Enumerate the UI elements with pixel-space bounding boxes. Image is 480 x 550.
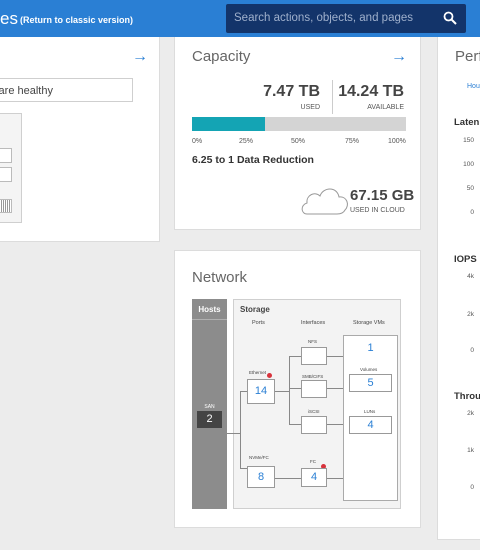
iops-label: IOPS	[454, 254, 477, 265]
throughput-tick: 2k	[467, 410, 474, 417]
smb-cifs-interface[interactable]	[301, 380, 327, 398]
latency-tick: 0	[470, 209, 474, 216]
nvme-fc-label: NVMe/FC	[249, 455, 269, 460]
top-bar: es (Return to classic version) Search ac…	[0, 0, 480, 37]
cloud-used-value: 67.15 GB	[350, 187, 415, 204]
luns-count[interactable]: 4	[349, 416, 392, 434]
throughput-label: Throu	[454, 391, 480, 402]
iscsi-label: iSCSI	[308, 409, 320, 414]
smb-cifs-label: SMB/CIFS	[302, 374, 324, 379]
volumes-label: Volumes	[360, 367, 378, 372]
tick-label: 75%	[345, 138, 360, 145]
hosts-panel[interactable]: Hosts SAN 2	[192, 299, 227, 509]
connector	[240, 468, 247, 469]
cluster-panel: r	[0, 113, 22, 223]
storage-vms-count[interactable]: 1	[344, 342, 397, 354]
san-label: SAN	[204, 404, 215, 410]
storage-panel: Storage Ports Interfaces Storage VMs Eth…	[228, 299, 401, 509]
latency-tick: 50	[466, 185, 474, 192]
nfs-label: NFS	[308, 339, 317, 344]
connector	[275, 478, 301, 479]
cloud-icon	[301, 188, 348, 215]
storage-vms-header: Storage VMs	[353, 320, 385, 326]
capacity-bar-fill	[192, 117, 265, 131]
divider	[332, 80, 333, 114]
page-title: es	[0, 9, 18, 28]
cloud-used-label: USED IN CLOUD	[350, 207, 405, 214]
search-bar[interactable]: Search actions, objects, and pages	[226, 4, 466, 33]
latency-tick: 100	[463, 161, 474, 168]
iops-tick: 4k	[467, 273, 474, 280]
iscsi-interface[interactable]	[301, 416, 327, 434]
performance-title: Perfo	[455, 48, 480, 65]
hours-tab[interactable]: Hou	[467, 83, 480, 90]
iops-tick: 0	[470, 347, 474, 354]
san-count[interactable]: 2	[197, 411, 222, 428]
storage-label: Storage	[240, 305, 270, 314]
connector	[327, 388, 343, 389]
cluster-field	[0, 167, 12, 182]
connector	[289, 356, 290, 424]
arrow-right-icon[interactable]: →	[391, 49, 407, 65]
arrow-right-icon[interactable]: →	[132, 49, 148, 65]
search-input[interactable]: Search actions, objects, and pages	[234, 12, 413, 24]
nfs-interface[interactable]	[301, 347, 327, 365]
latency-tick: 150	[463, 137, 474, 144]
performance-card: Perfo Hou Laten 150 100 50 0 IOPS 4k 2k …	[437, 37, 480, 540]
interfaces-header: Interfaces	[301, 320, 326, 326]
tick-label: 25%	[239, 138, 254, 145]
connector	[275, 391, 289, 392]
connector	[289, 424, 301, 425]
network-title: Network	[192, 269, 248, 286]
available-value: 14.24 TB	[338, 83, 404, 100]
tick-label: 0%	[192, 138, 203, 145]
ethernet-label: Ethernet	[249, 370, 267, 375]
capacity-title: Capacity	[192, 48, 251, 65]
divider	[192, 319, 227, 320]
ports-header: Ports	[252, 320, 265, 326]
connector	[327, 478, 343, 479]
search-icon[interactable]	[443, 11, 457, 25]
fc-label: FC	[310, 459, 316, 464]
connector	[327, 424, 343, 425]
used-value: 7.47 TB	[263, 83, 320, 100]
hosts-label: Hosts	[198, 305, 221, 314]
alert-badge-icon	[267, 373, 272, 378]
return-to-classic-link[interactable]: (Return to classic version)	[20, 15, 133, 25]
connector	[327, 356, 343, 357]
throughput-tick: 0	[470, 484, 474, 491]
tick-label: 100%	[388, 138, 406, 145]
iops-tick: 2k	[467, 311, 474, 318]
capacity-card: Capacity → 7.47 TB USED 14.24 TB AVAILAB…	[174, 37, 421, 230]
cluster-field	[0, 148, 12, 163]
ethernet-ports-count[interactable]: 14	[247, 379, 275, 404]
connector	[240, 391, 247, 392]
network-card: Network Hosts SAN 2 Storage Ports Interf…	[174, 250, 421, 528]
storage-vms-panel: 1 Volumes 5 LUNs 4	[343, 335, 398, 501]
nvme-fc-ports-count[interactable]: 8	[247, 466, 275, 488]
latency-label: Laten	[454, 117, 480, 128]
connector	[240, 391, 241, 469]
connector	[289, 388, 301, 389]
health-status-box[interactable]: s are healthy	[0, 78, 133, 102]
connector	[289, 356, 301, 357]
tick-label: 50%	[291, 138, 306, 145]
capacity-bar	[192, 117, 406, 131]
connector	[228, 433, 240, 434]
used-label: USED	[300, 104, 320, 111]
health-card: → s are healthy r	[0, 37, 160, 242]
barcode-icon	[0, 199, 12, 213]
volumes-count[interactable]: 5	[349, 374, 392, 392]
luns-label: LUNs	[364, 409, 376, 414]
fc-interface-count[interactable]: 4	[301, 468, 327, 487]
health-status-text: s are healthy	[0, 85, 53, 97]
available-label: AVAILABLE	[367, 104, 404, 111]
data-reduction-text: 6.25 to 1 Data Reduction	[192, 154, 314, 166]
throughput-tick: 1k	[467, 447, 474, 454]
